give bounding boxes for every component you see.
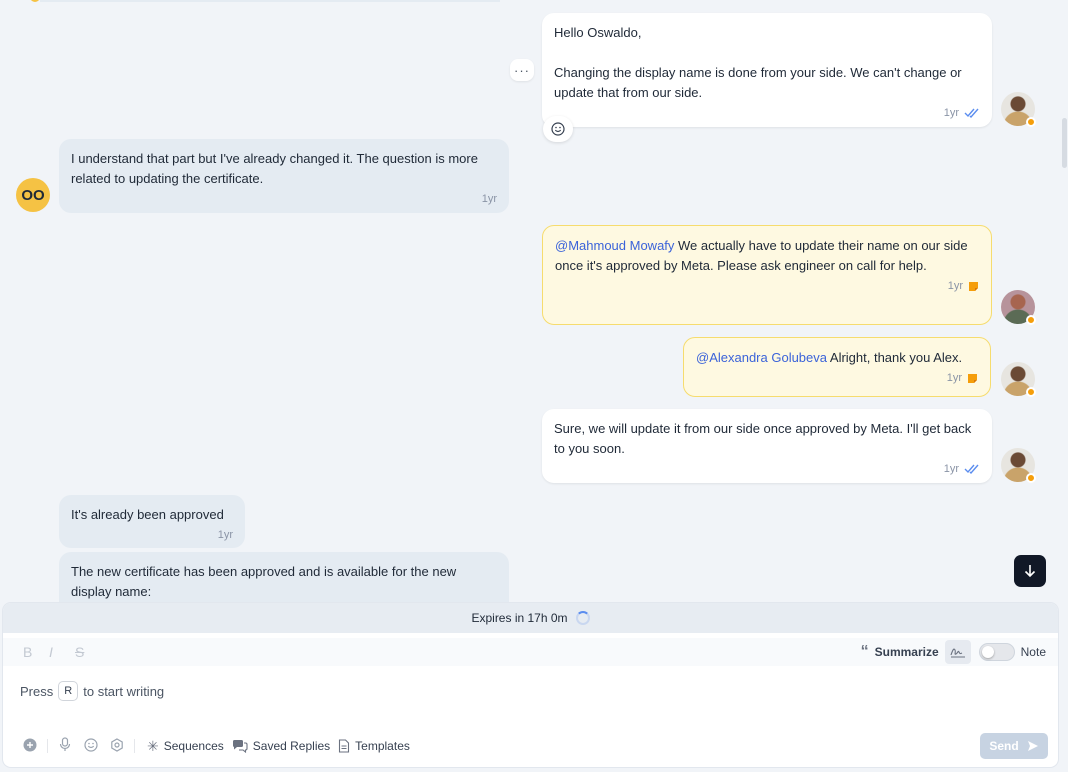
message-bubble-note: @Mahmoud Mowafy We actually have to upda…: [542, 225, 992, 325]
composer-actions: ✳ Sequences Saved Replies Templates Send: [17, 733, 1048, 759]
divider: [47, 739, 48, 753]
templates-label: Templates: [355, 739, 410, 753]
message-text: The new certificate has been approved an…: [71, 564, 457, 599]
scrollbar-thumb[interactable]: [1062, 118, 1067, 168]
message-meta: 1yr: [555, 278, 979, 294]
signature-button[interactable]: [944, 640, 971, 664]
plus-circle-icon: [23, 738, 37, 751]
note-text: Alright, thank you Alex.: [827, 350, 963, 365]
toggle-knob: [981, 646, 994, 658]
message-meta: 1yr: [696, 370, 978, 386]
expiry-banner: Expires in 17h 0m: [3, 603, 1058, 633]
message-text: @Mahmoud Mowafy We actually have to upda…: [555, 236, 979, 276]
note-icon: [968, 373, 977, 383]
message-more-button[interactable]: ···: [510, 59, 534, 81]
previous-avatar-fragment: [30, 0, 40, 2]
contact-avatar[interactable]: OO: [16, 178, 50, 212]
contact-initials: OO: [21, 186, 45, 204]
note-icon: [969, 281, 978, 291]
sparkle-icon: ✳: [147, 737, 159, 754]
divider: [134, 739, 135, 753]
message-time: 1yr: [943, 463, 959, 475]
reply-composer: Expires in 17h 0m B I S “ Summarize Note…: [3, 603, 1058, 767]
document-icon: [339, 739, 350, 753]
placeholder-post: to start writing: [83, 683, 165, 699]
message-text: @Alexandra Golubeva Alright, thank you A…: [696, 348, 978, 368]
agent-avatar[interactable]: [1001, 362, 1036, 397]
arrow-down-icon: [1024, 565, 1036, 578]
message-bubble-incoming: I understand that part but I've already …: [59, 139, 509, 213]
double-check-icon: [964, 108, 979, 118]
message-text: It's already been approved: [71, 507, 224, 522]
templates-button[interactable]: Templates: [338, 739, 410, 753]
note-toggle[interactable]: [978, 643, 1015, 661]
italic-button[interactable]: I: [49, 644, 75, 660]
message-text: Sure, we will update it from our side on…: [554, 421, 972, 456]
double-check-icon: [964, 464, 979, 474]
settings-button[interactable]: [104, 737, 130, 755]
message-time: 1yr: [943, 107, 959, 119]
message-meta: 1yr: [554, 105, 980, 121]
conversation-thread: ··· Hello Oswaldo, Changing the display …: [0, 0, 1068, 604]
emoji-button[interactable]: [78, 737, 104, 755]
format-toolbar: B I S “ Summarize Note: [3, 638, 1058, 666]
chat-bubbles-icon: [232, 740, 248, 753]
send-arrow-icon: [1027, 741, 1038, 751]
mention-link[interactable]: @Mahmoud Mowafy: [555, 238, 674, 253]
message-time: 1yr: [481, 193, 497, 205]
message-time: 1yr: [946, 372, 962, 384]
bold-button[interactable]: B: [23, 644, 49, 660]
signature-icon: [950, 648, 965, 658]
status-dot: [1026, 473, 1036, 483]
message-meta: 1yr: [71, 527, 233, 543]
summarize-label: Summarize: [874, 645, 939, 659]
expiry-text: Expires in 17h 0m: [471, 611, 568, 625]
status-dot: [1026, 315, 1036, 325]
send-button[interactable]: Send: [980, 733, 1048, 759]
summarize-button[interactable]: “ Summarize: [860, 643, 939, 660]
microphone-icon: [59, 737, 71, 751]
mention-link[interactable]: @Alexandra Golubeva: [696, 350, 827, 365]
message-time: 1yr: [947, 280, 963, 292]
message-meta: 1yr: [554, 461, 980, 477]
message-input[interactable]: Press R to start writing: [20, 681, 164, 701]
voice-button[interactable]: [52, 737, 78, 755]
strikethrough-button[interactable]: S: [75, 644, 101, 660]
message-text: Hello Oswaldo, Changing the display name…: [554, 25, 962, 100]
saved-replies-label: Saved Replies: [252, 739, 331, 753]
react-button[interactable]: [543, 116, 573, 142]
agent-avatar[interactable]: [1001, 92, 1036, 127]
scroll-to-bottom-button[interactable]: [1014, 555, 1046, 587]
message-text: I understand that part but I've already …: [71, 151, 478, 186]
quote-icon: “: [860, 643, 869, 660]
attachment-button[interactable]: [17, 738, 43, 755]
message-meta: 1yr: [71, 191, 497, 207]
agent-avatar[interactable]: [1001, 448, 1036, 483]
placeholder-pre: Press: [20, 683, 54, 699]
status-dot: [1026, 117, 1036, 127]
hexagon-gear-icon: [111, 737, 123, 752]
timer-spinner-icon: [575, 611, 590, 625]
saved-replies-button[interactable]: Saved Replies: [232, 739, 330, 753]
note-label: Note: [1020, 645, 1046, 659]
message-bubble-outgoing: Hello Oswaldo, Changing the display name…: [542, 13, 992, 127]
message-bubble-incoming: It's already been approved 1yr: [59, 495, 245, 548]
message-bubble-incoming: The new certificate has been approved an…: [59, 552, 509, 604]
message-bubble-outgoing: Sure, we will update it from our side on…: [542, 409, 992, 483]
previous-message-fragment: [40, 0, 500, 2]
send-label: Send: [989, 739, 1019, 753]
sequences-label: Sequences: [163, 739, 224, 753]
agent-avatar[interactable]: [1001, 290, 1036, 325]
message-bubble-note: @Alexandra Golubeva Alright, thank you A…: [683, 337, 991, 397]
shortcut-key: R: [58, 681, 79, 701]
message-time: 1yr: [217, 529, 233, 541]
smiley-icon: [84, 737, 98, 752]
smiley-icon: [551, 122, 565, 136]
status-dot: [1026, 387, 1036, 397]
sequences-button[interactable]: ✳ Sequences: [147, 738, 224, 755]
